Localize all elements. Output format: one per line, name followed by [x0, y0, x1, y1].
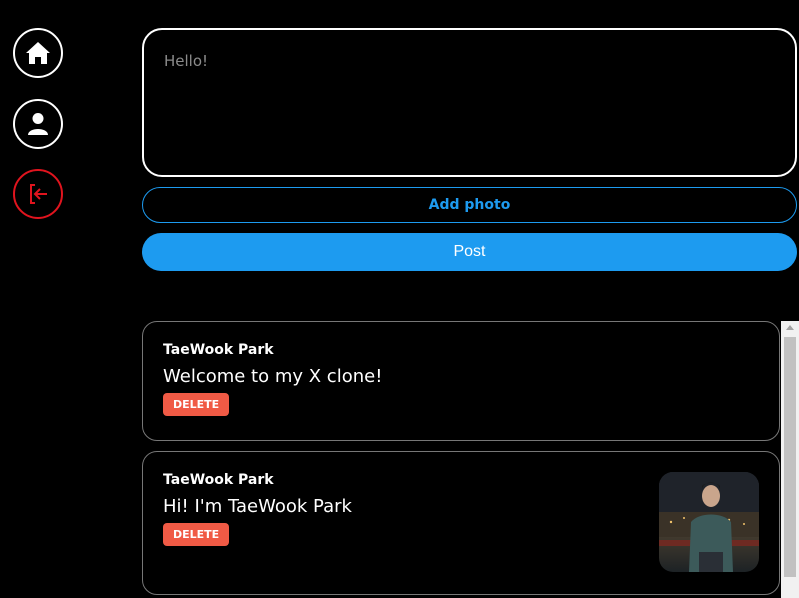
tweet-card: TaeWook Park Hi! I'm TaeWook Park DELETE: [142, 451, 780, 595]
tweet-author: TaeWook Park: [163, 342, 274, 358]
post-button-label: Post: [453, 243, 486, 260]
scroll-up-arrow[interactable]: [786, 325, 794, 330]
delete-button[interactable]: DELETE: [163, 523, 230, 546]
home-icon: [26, 42, 50, 64]
profile-button[interactable]: [13, 99, 63, 149]
tweet-card: TaeWook Park Welcome to my X clone! DELE…: [142, 321, 780, 441]
add-photo-label: Add photo: [428, 197, 511, 213]
scrollbar[interactable]: [781, 321, 799, 598]
post-button[interactable]: Post: [142, 233, 797, 271]
tweet-text: Welcome to my X clone!: [163, 366, 383, 387]
home-button[interactable]: [13, 28, 63, 78]
logout-button[interactable]: [13, 169, 63, 219]
add-photo-button[interactable]: Add photo: [142, 187, 797, 223]
scroll-thumb[interactable]: [784, 337, 796, 577]
logout-icon: [30, 184, 47, 204]
tweet-photo: [659, 472, 759, 572]
compose-placeholder: Hello!: [164, 52, 209, 70]
compose-textarea[interactable]: Hello!: [142, 28, 797, 177]
user-icon: [28, 113, 48, 135]
delete-button[interactable]: DELETE: [163, 393, 230, 416]
sidebar-nav: [0, 0, 76, 598]
